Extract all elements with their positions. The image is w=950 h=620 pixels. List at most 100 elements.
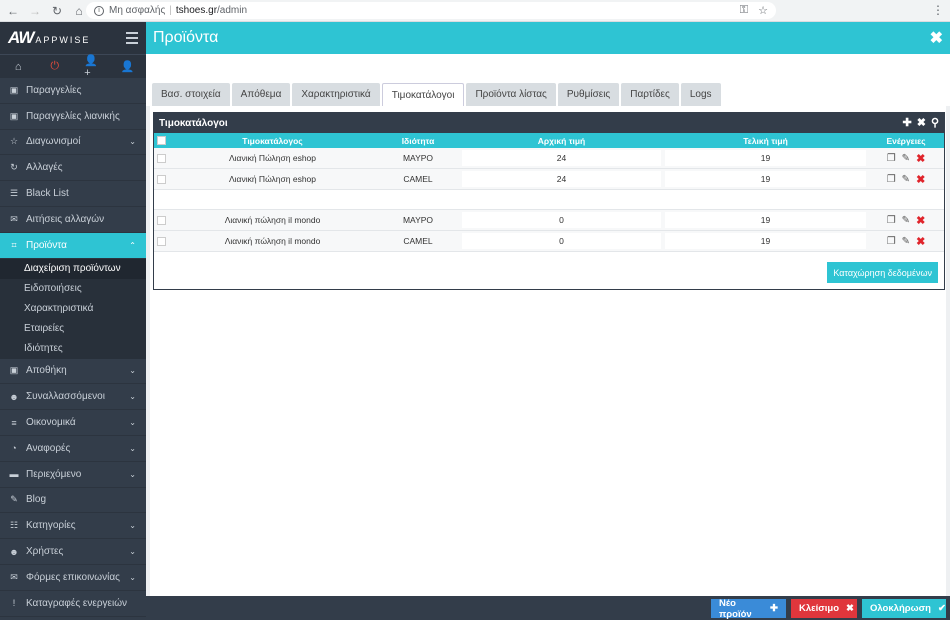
sidebar-item[interactable]: ☷ Κατηγορίες ⌄ (0, 513, 146, 540)
sitemap-icon: ☷ (9, 520, 19, 531)
sidebar-item[interactable]: ↻ Αλλαγές (0, 155, 146, 182)
sidebar-item[interactable]: ▣ Παραγγελίες λιανικής (0, 104, 146, 130)
chevron-down-icon: ⌄ (129, 392, 136, 402)
reload-icon[interactable]: ↻ (48, 2, 66, 20)
sidebar-menu-bottom: ▣ Αποθήκη ⌄ ☻ Συναλλασσόμενοι ⌄ ≡ Οικονομικά ⌄ ◔ Α… (0, 359, 146, 617)
tab[interactable]: Προϊόντα λίστας (466, 83, 556, 106)
save-data-button[interactable]: Καταχώρηση δεδομένων (827, 262, 938, 283)
final-price-input[interactable]: 19 (665, 150, 866, 166)
copy-icon[interactable]: ❐ (887, 174, 896, 185)
star-icon[interactable]: ☆ (758, 4, 768, 17)
initial-price-input[interactable]: 24 (462, 171, 661, 187)
delete-icon[interactable]: ✖ (916, 214, 925, 227)
sidebar-item-label: Περιεχόμενο (26, 468, 82, 480)
sidebar-item[interactable]: ☻ Χρήστες ⌄ (0, 539, 146, 565)
sidebar-subitem[interactable]: Εταιρείες (0, 319, 146, 339)
column-header: Αρχική τιμή (537, 135, 586, 146)
add-user-icon[interactable]: 👤+ (84, 55, 98, 79)
row-checkbox[interactable] (157, 236, 166, 246)
key-icon[interactable]: ⚿ (740, 4, 748, 17)
edit-icon[interactable]: ✎ (902, 153, 910, 164)
attribute-cell: CAMEL (403, 236, 433, 246)
copy-icon[interactable]: ❐ (887, 153, 896, 164)
row-checkbox[interactable] (157, 215, 166, 225)
sidebar-subitem[interactable]: Ιδιότητες (0, 339, 146, 359)
home-icon[interactable]: ⌂ (11, 60, 25, 74)
sidebar-item[interactable]: ≡ Οικονομικά ⌄ (0, 410, 146, 436)
new-product-button[interactable]: Νέο προϊόν ✚ (711, 598, 786, 620)
tab[interactable]: Ρυθμίσεις (557, 83, 620, 106)
tab[interactable]: Τιμοκατάλογοι (381, 83, 465, 106)
sidebar-item[interactable]: ✉ Φόρμες επικοινωνίας ⌄ (0, 565, 146, 591)
tab[interactable]: Απόθεμα (231, 83, 291, 106)
sidebar-item[interactable]: ✉ Αιτήσεις αλλαγών (0, 207, 146, 233)
delete-icon[interactable]: ✖ (916, 152, 925, 165)
user-icon[interactable]: 👤 (121, 60, 135, 74)
plus-icon[interactable]: ✚ (903, 116, 912, 129)
search-icon[interactable]: ⚲ (931, 116, 939, 129)
sidebar-subitem[interactable]: Χαρακτηριστικά (0, 299, 146, 319)
sidebar-item[interactable]: ◔ Αναφορές ⌄ (0, 436, 146, 462)
chevron-down-icon: ⌄ (129, 521, 136, 531)
edit-icon[interactable]: ✎ (902, 215, 910, 226)
tab[interactable]: Βασ. στοιχεία (152, 83, 230, 106)
refresh-icon: ↻ (10, 162, 18, 173)
row-checkbox[interactable] (157, 174, 166, 184)
copy-icon[interactable]: ❐ (887, 236, 896, 247)
sidebar-item[interactable]: ▬ Περιεχόμενο ⌄ (0, 462, 146, 488)
final-price-input[interactable]: 19 (665, 171, 866, 187)
attribute-cell: ΜΑΥΡΟ (402, 153, 434, 163)
complete-button[interactable]: Ολοκλήρωση ✔ (862, 599, 946, 618)
initial-price-input[interactable]: 24 (462, 150, 661, 166)
close-icon[interactable]: ✖ (917, 116, 926, 129)
info-icon: i (94, 5, 104, 16)
close-icon[interactable]: ✖ (930, 28, 943, 48)
back-icon[interactable]: ← (4, 2, 22, 20)
tab[interactable]: Χαρακτηριστικά (292, 83, 380, 106)
sidebar-item-label: Παραγγελίες (26, 84, 82, 96)
folder-icon: ▬ (9, 469, 19, 480)
quick-icons: ⌂ ⏻ 👤+ 👤 (0, 54, 146, 79)
column-header: Ενέργειες (886, 135, 926, 146)
sidebar-item[interactable]: ☆ Διαγωνισμοί ⌄ (0, 130, 146, 156)
tab[interactable]: Παρτίδες (621, 83, 679, 106)
chevron-down-icon: ⌄ (129, 366, 136, 376)
tab[interactable]: Logs (680, 83, 721, 106)
close-button[interactable]: Κλείσιμο ✖ (791, 599, 857, 618)
sidebar-item-label: Black List (26, 188, 69, 200)
address-bar[interactable]: i Μη ασφαλής | tshoes.gr /admin ⚿ ☆ (86, 2, 776, 19)
forward-icon[interactable]: → (26, 2, 44, 20)
power-icon[interactable]: ⏻ (48, 60, 62, 74)
sidebar-item[interactable]: ▣ Αποθήκη ⌄ (0, 359, 146, 385)
sidebar-item[interactable]: ☻ Συναλλασσόμενοι ⌄ (0, 384, 146, 411)
box-icon: ▣ (9, 84, 19, 95)
sidebar-subitem[interactable]: Ειδοποιήσεις (0, 279, 146, 299)
sidebar-item[interactable]: ☰ Black List (0, 181, 146, 207)
sidebar-item[interactable]: ▣ Παραγγελίες (0, 78, 146, 104)
sidebar-item-label: Αναφορές (26, 442, 71, 454)
initial-price-input[interactable]: 0 (462, 212, 661, 228)
chevron-up-icon: ⌃ (129, 240, 136, 250)
browser-menu-icon[interactable]: ⋮ (932, 3, 944, 17)
trophy-icon: ☆ (9, 136, 19, 147)
initial-price-input[interactable]: 0 (462, 233, 661, 249)
edit-icon[interactable]: ✎ (902, 174, 910, 185)
sidebar-item[interactable]: ! Καταγραφές ενεργειών (0, 591, 146, 617)
page-title: Προϊόντα (153, 29, 219, 46)
row-checkbox[interactable] (157, 153, 166, 163)
delete-icon[interactable]: ✖ (916, 173, 925, 186)
copy-icon[interactable]: ❐ (887, 215, 896, 226)
plus-icon: ✚ (770, 603, 778, 614)
select-all-checkbox[interactable] (157, 136, 166, 145)
security-label: Μη ασφαλής (109, 5, 166, 16)
sidebar-subitem[interactable]: Διαχείριση προϊόντων (0, 258, 146, 279)
sidebar-item[interactable]: ⌗ Προϊόντα ⌃ (0, 232, 146, 259)
chevron-down-icon: ⌄ (129, 137, 136, 147)
edit-icon[interactable]: ✎ (902, 236, 910, 247)
delete-icon[interactable]: ✖ (916, 235, 925, 248)
envelope-icon: ✉ (10, 571, 18, 582)
final-price-input[interactable]: 19 (665, 233, 866, 249)
final-price-input[interactable]: 19 (665, 212, 866, 228)
hamburger-icon[interactable] (126, 32, 138, 47)
sidebar-item[interactable]: ✎ Blog (0, 488, 146, 514)
